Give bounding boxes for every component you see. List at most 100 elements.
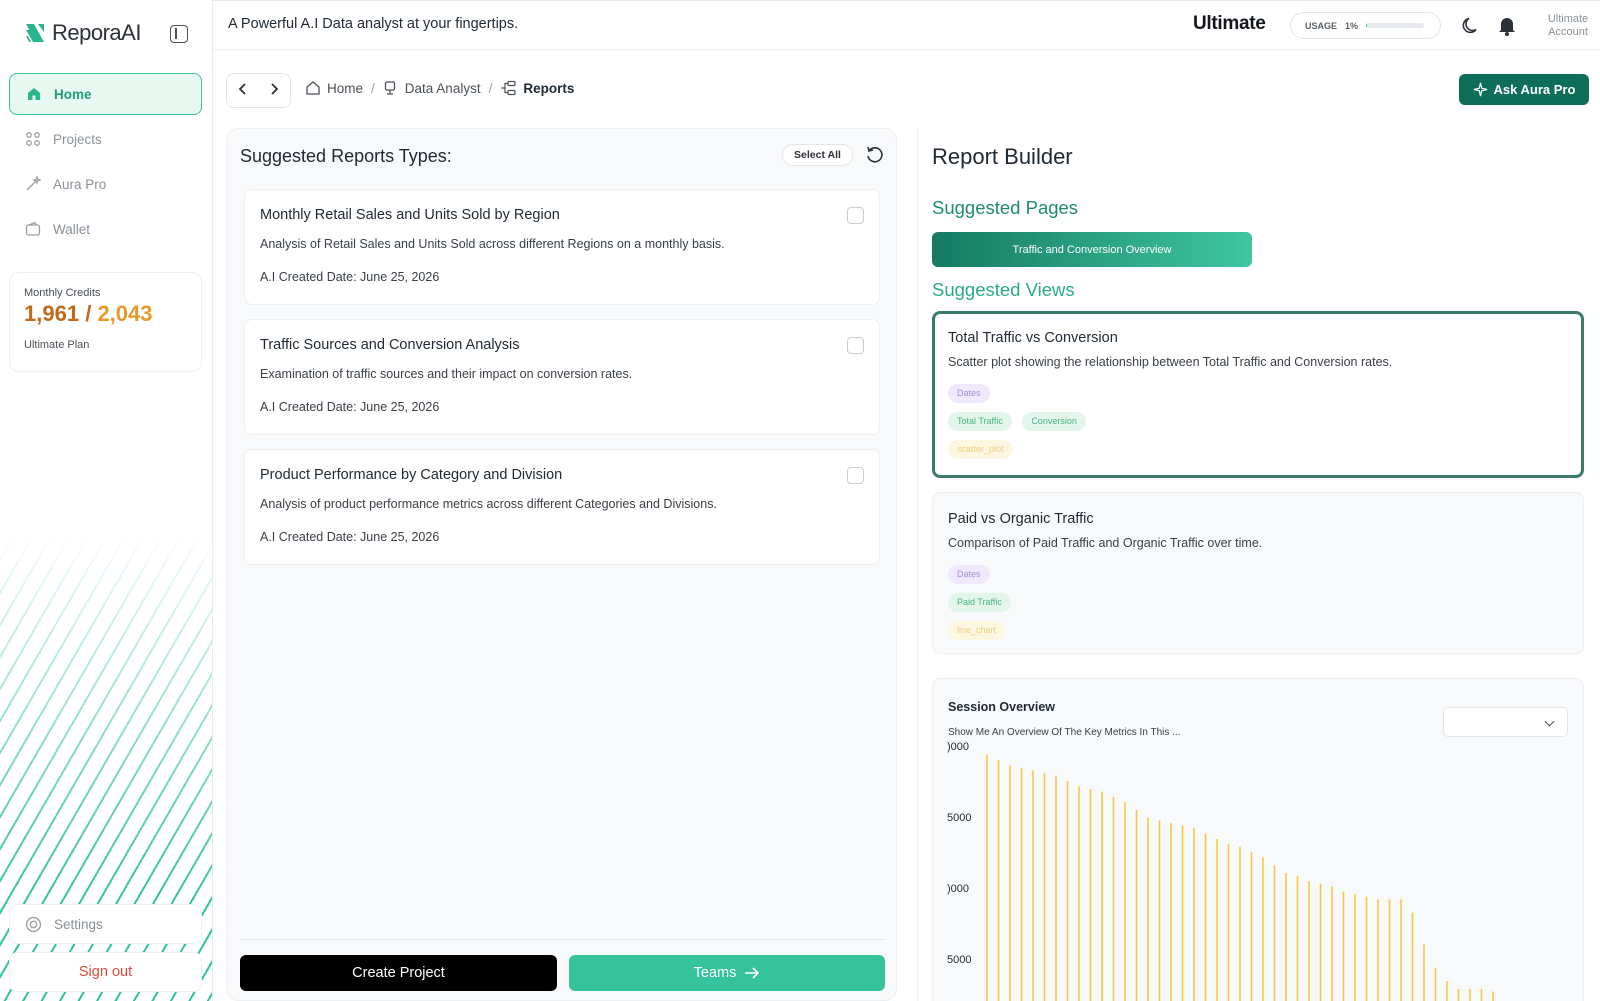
suggested-page-pill[interactable]: Traffic and Conversion Overview: [932, 232, 1252, 267]
projects-icon: [24, 131, 41, 148]
breadcrumb: Home / Data Analyst / Reports: [305, 80, 574, 96]
sparkle-icon: [1473, 82, 1487, 97]
usage-value: 1%: [1345, 20, 1359, 31]
view-description: Scatter plot showing the relationship be…: [948, 355, 1393, 369]
chart-type-tag: line_chart: [948, 621, 1006, 640]
logo[interactable]: ReporaAI: [24, 20, 141, 46]
ask-aura-pro-button[interactable]: Ask Aura Pro: [1459, 74, 1589, 105]
panel-title: Suggested Reports Types:: [240, 146, 452, 166]
breadcrumb-label: Home: [327, 80, 364, 96]
view-card-selected[interactable]: Total Traffic vs Conversion Scatter plot…: [932, 311, 1584, 478]
sidebar-item-label: Home: [54, 86, 92, 102]
panel-divider: [917, 128, 918, 1001]
divider: [240, 939, 885, 940]
report-description: Analysis of Retail Sales and Units Sold …: [260, 237, 725, 251]
settings-label: Settings: [54, 916, 103, 932]
create-project-button[interactable]: Create Project: [240, 955, 557, 991]
app-window: ReporaAI Home Projects Aura Pro Wallet M…: [0, 0, 1600, 1001]
measure-tag: Conversion: [1022, 412, 1086, 431]
dimension-tag: Dates: [948, 384, 990, 403]
home-icon: [25, 86, 42, 103]
credits-separator: /: [85, 301, 92, 326]
credits-total: 2,043: [97, 301, 153, 326]
arrow-right-icon: [745, 967, 760, 979]
report-card[interactable]: Product Performance by Category and Divi…: [244, 449, 880, 565]
view-card[interactable]: Paid vs Organic Traffic Comparison of Pa…: [932, 492, 1584, 654]
hierarchy-icon: [501, 80, 516, 96]
report-date: A.I Created Date: June 25, 2026: [260, 530, 440, 544]
wallet-icon: [24, 221, 41, 238]
breadcrumb-separator: /: [488, 80, 493, 96]
view-tags: Dates Paid Traffic line_chart: [948, 564, 1568, 640]
suggested-pages-title: Suggested Pages: [932, 197, 1079, 218]
report-checkbox[interactable]: [847, 337, 864, 354]
history-nav: [226, 73, 291, 108]
tagline: A Powerful A.I Data analyst at your fing…: [228, 16, 519, 32]
moon-icon[interactable]: [1461, 16, 1481, 36]
credits-card: Monthly Credits 1,961 / 2,043 Ultimate P…: [9, 272, 202, 372]
view-description: Comparison of Paid Traffic and Organic T…: [948, 536, 1263, 550]
suggested-reports-panel: Suggested Reports Types: Select All Mont…: [226, 128, 897, 1001]
usage-meter: USAGE 1%: [1290, 12, 1441, 39]
breadcrumb-label: Reports: [523, 80, 575, 96]
report-description: Examination of traffic sources and their…: [260, 367, 633, 381]
select-all-button[interactable]: Select All: [782, 144, 853, 166]
sidebar-item-label: Aura Pro: [53, 176, 107, 192]
breadcrumb-label: Data Analyst: [404, 80, 481, 96]
ask-aura-pro-label: Ask Aura Pro: [1493, 82, 1576, 97]
teams-button[interactable]: Teams: [569, 955, 885, 991]
sidebar-item-label: Wallet: [53, 221, 91, 237]
sidebar-item-projects[interactable]: Projects: [9, 118, 202, 160]
report-description: Analysis of product performance metrics …: [260, 497, 717, 511]
breadcrumb-reports[interactable]: Reports: [500, 80, 574, 96]
session-bar-chart: [986, 754, 1494, 1001]
settings-button[interactable]: Settings: [9, 904, 202, 944]
credits-value: 1,961 / 2,043: [24, 301, 187, 327]
suggested-views-title: Suggested Views: [932, 279, 1075, 300]
forward-button[interactable]: [268, 82, 280, 100]
back-button[interactable]: [237, 82, 249, 100]
report-date: A.I Created Date: June 25, 2026: [260, 270, 440, 284]
report-title: Monthly Retail Sales and Units Sold by R…: [260, 207, 560, 223]
report-date: A.I Created Date: June 25, 2026: [260, 400, 440, 414]
report-title: Product Performance by Category and Divi…: [260, 467, 563, 483]
sidebar-item-aura-pro[interactable]: Aura Pro: [9, 163, 202, 205]
view-title: Paid vs Organic Traffic: [948, 511, 1094, 527]
credits-plan: Ultimate Plan: [24, 339, 90, 351]
usage-bar-fill: [1366, 23, 1367, 28]
breadcrumb-home[interactable]: Home: [305, 80, 363, 96]
account-line1: Ultimate: [1547, 13, 1589, 25]
report-card[interactable]: Monthly Retail Sales and Units Sold by R…: [244, 189, 880, 305]
bell-icon[interactable]: [1498, 16, 1516, 36]
report-checkbox[interactable]: [847, 207, 864, 224]
usage-bar: [1366, 23, 1425, 28]
report-checkbox[interactable]: [847, 467, 864, 484]
sidebar: ReporaAI Home Projects Aura Pro Wallet M…: [0, 0, 213, 1001]
dimension-tag: Dates: [948, 565, 990, 584]
account-line2: Account: [1548, 26, 1588, 38]
magic-wand-icon: [24, 176, 41, 193]
view-tags: Dates Total Traffic Conversion scatter_p…: [948, 383, 1568, 459]
gear-icon: [25, 916, 42, 933]
measure-tag: Total Traffic: [948, 412, 1012, 431]
sidebar-collapse-icon[interactable]: [170, 25, 188, 43]
chart-type-tag: scatter_plot: [948, 440, 1013, 459]
refresh-icon[interactable]: [865, 145, 885, 165]
topbar: A Powerful A.I Data analyst at your fing…: [213, 0, 1600, 50]
sidebar-item-wallet[interactable]: Wallet: [9, 208, 202, 250]
logo-text: ReporaAI: [52, 20, 141, 45]
session-overview-card: Session Overview Show Me An Overview Of …: [932, 678, 1584, 1001]
breadcrumb-data-analyst[interactable]: Data Analyst: [383, 80, 481, 96]
monitor-icon: [384, 81, 395, 95]
account-menu[interactable]: Ultimate Account: [1533, 13, 1600, 39]
sidebar-item-home[interactable]: Home: [9, 73, 202, 115]
report-card[interactable]: Traffic Sources and Conversion Analysis …: [244, 319, 880, 435]
usage-label: USAGE: [1305, 20, 1338, 31]
measure-tag: Paid Traffic: [948, 593, 1011, 612]
report-builder-title: Report Builder: [932, 144, 1073, 169]
logo-mark-icon: [26, 24, 44, 42]
sign-out-button[interactable]: Sign out: [9, 952, 202, 992]
breadcrumb-separator: /: [371, 80, 375, 96]
credits-label: Monthly Credits: [24, 287, 101, 299]
report-title: Traffic Sources and Conversion Analysis: [260, 337, 520, 353]
